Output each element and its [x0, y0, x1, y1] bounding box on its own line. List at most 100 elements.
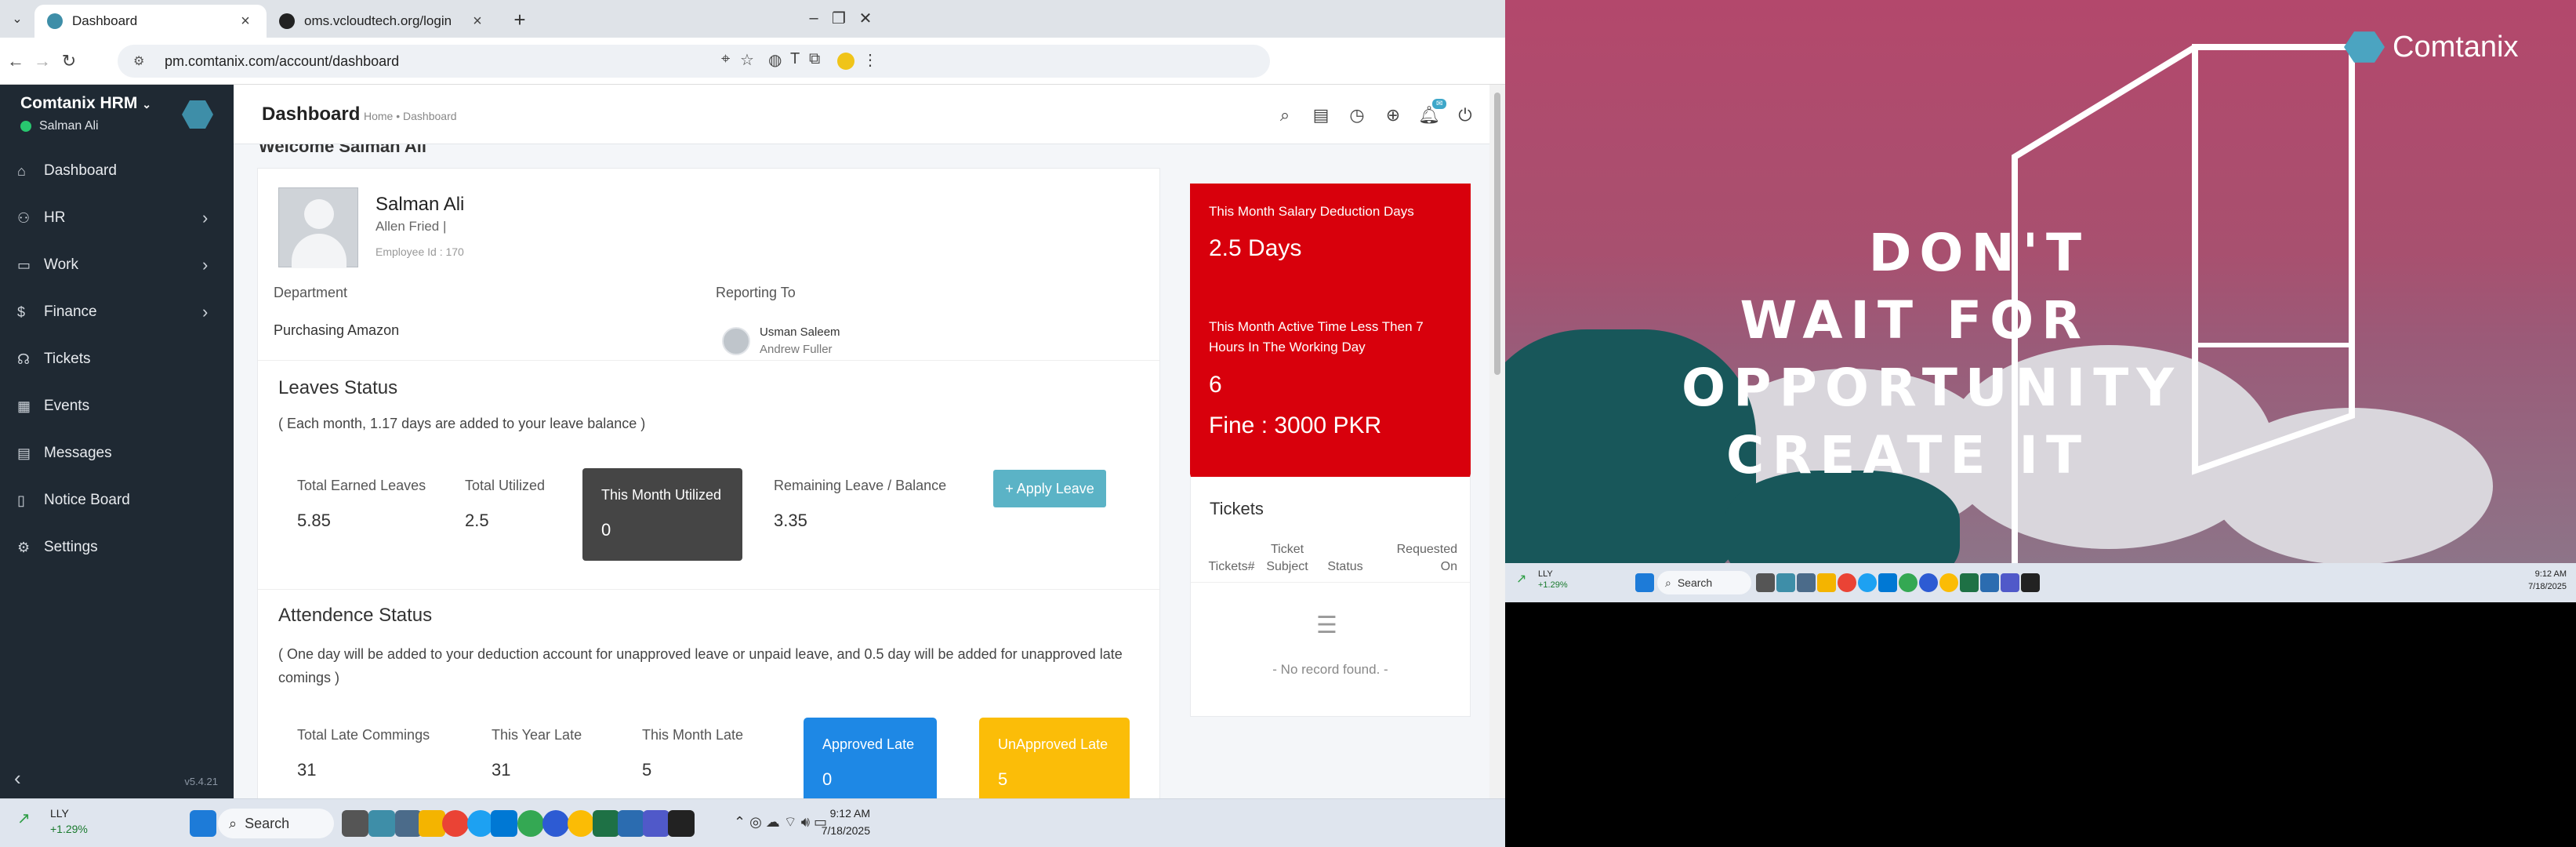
- taskbar: ↗ LLY +1.29% ⌕ Search ⌃ ◎ ☁ ⌔ 🔊︎ ▭ 9:12 A…: [0, 798, 1505, 847]
- browser-menu-icon[interactable]: ⋮: [862, 50, 878, 70]
- location-icon[interactable]: ⌖: [721, 50, 730, 68]
- zoom-icon[interactable]: [1919, 573, 1938, 592]
- taskbar-secondary: ↗ LLY +1.29% ⌕ Search 9:12 AM 7/18/2025: [1505, 563, 2576, 602]
- back-button[interactable]: ←: [3, 49, 28, 74]
- profile-avatar[interactable]: [837, 53, 854, 70]
- taskbar-search[interactable]: ⌕ Search: [218, 809, 334, 838]
- current-user: Salman Ali: [20, 119, 99, 133]
- manager-avatar: [722, 327, 750, 355]
- sidebar-item-finance[interactable]: $ Finance ›: [0, 289, 234, 336]
- app-logo-icon: [182, 100, 213, 129]
- explorer-icon[interactable]: [342, 810, 368, 837]
- remaining-leave-value: 3.35: [774, 511, 807, 530]
- url-bar[interactable]: ⚙ pm.comtanix.com/account/dashboard: [118, 45, 1270, 78]
- sidebar-item-messages[interactable]: ▤ Messages: [0, 430, 234, 477]
- page-scrollbar[interactable]: [1489, 85, 1505, 798]
- app-icon[interactable]: [368, 810, 395, 837]
- clock-date[interactable]: 7/18/2025: [815, 824, 870, 837]
- sidebar-item-hr[interactable]: ⚇ HR ›: [0, 194, 234, 242]
- list-icon: ☰: [1316, 613, 1337, 638]
- new-tab-button[interactable]: +: [508, 8, 532, 31]
- scrollbar-thumb[interactable]: [1494, 93, 1500, 375]
- sidebar-item-events[interactable]: ▦ Events: [0, 383, 234, 430]
- reader-icon[interactable]: T: [790, 50, 800, 68]
- edge-icon[interactable]: [1858, 573, 1877, 592]
- search-icon: ⌕: [1665, 576, 1671, 589]
- close-tab-icon[interactable]: ×: [469, 13, 486, 31]
- bookmark-star-icon[interactable]: ☆: [740, 50, 754, 70]
- reload-button[interactable]: ↻: [56, 49, 82, 74]
- clock-date[interactable]: 7/18/2025: [2509, 582, 2567, 591]
- app-icon-2[interactable]: [618, 810, 644, 837]
- close-tab-icon[interactable]: ×: [237, 13, 254, 31]
- chrome-icon[interactable]: [1838, 573, 1856, 592]
- zoom-icon[interactable]: [542, 810, 569, 837]
- chrome-profile-icon[interactable]: [517, 810, 544, 837]
- browser-tab-dashboard[interactable]: Dashboard ×: [34, 5, 267, 38]
- terminal-icon[interactable]: [2021, 573, 2040, 592]
- calculator-icon[interactable]: [395, 810, 422, 837]
- app-header: Dashboard Home • Dashboard ⌕ ▤ ◷ ⊕ 🔔︎ ✉ …: [234, 85, 1489, 144]
- taskbar-search[interactable]: ⌕ Search: [1657, 571, 1751, 594]
- edge-icon[interactable]: [467, 810, 494, 837]
- breadcrumb[interactable]: Home • Dashboard: [364, 110, 457, 122]
- clock-time[interactable]: 9:12 AM: [2509, 569, 2567, 579]
- folder-icon[interactable]: [1817, 573, 1836, 592]
- add-icon[interactable]: ⊕: [1381, 104, 1405, 127]
- chrome-icon[interactable]: [442, 810, 469, 837]
- department-label: Department: [274, 285, 348, 300]
- extension-icon[interactable]: ◍: [768, 50, 782, 70]
- brand-name[interactable]: Comtanix HRM ⌄: [20, 94, 151, 113]
- outlook-icon[interactable]: [1878, 573, 1897, 592]
- excel-icon[interactable]: [593, 810, 619, 837]
- tab-search-button[interactable]: ⌄: [6, 8, 28, 30]
- chrome-profile-icon[interactable]: [1899, 573, 1917, 592]
- teams-icon[interactable]: [643, 810, 669, 837]
- browser-tab-bar: ⌄ Dashboard × oms.vcloudtech.org/login ×…: [0, 0, 1505, 38]
- sidebar-item-work[interactable]: ▭ Work ›: [0, 242, 234, 289]
- chrome-icon-2[interactable]: [1939, 573, 1958, 592]
- site-info-icon[interactable]: ⚙: [133, 53, 154, 69]
- chevron-right-icon: ›: [202, 208, 209, 227]
- manager-name[interactable]: Usman Saleem: [760, 325, 840, 339]
- sidebar-item-dashboard[interactable]: ⌂ Dashboard: [0, 147, 234, 194]
- teams-icon[interactable]: [2001, 573, 2019, 592]
- apply-leave-button[interactable]: + Apply Leave: [993, 470, 1106, 507]
- sidebar-item-label: Notice Board: [44, 492, 130, 508]
- active-time-value: 6: [1209, 372, 1222, 398]
- power-icon[interactable]: ⏻: [1453, 104, 1477, 127]
- tab-title: oms.vcloudtech.org/login: [304, 13, 452, 28]
- clock-icon[interactable]: ◷: [1345, 104, 1369, 127]
- unapproved-late-box: UnApproved Late 5: [979, 718, 1130, 798]
- sidebar-item-notice-board[interactable]: ▯ Notice Board: [0, 477, 234, 524]
- forward-button[interactable]: →: [30, 49, 55, 74]
- app-icon-2[interactable]: [1980, 573, 1999, 592]
- quote-line: WAIT FOR: [1740, 290, 2089, 351]
- extensions-puzzle-icon[interactable]: ⧉: [809, 50, 820, 68]
- chrome-icon-2[interactable]: [568, 810, 594, 837]
- sidebar-item-settings[interactable]: ⚙ Settings: [0, 524, 234, 571]
- chevron-down-icon[interactable]: ⌄: [142, 98, 151, 111]
- folder-icon[interactable]: [419, 810, 445, 837]
- month-late-label: This Month Late: [642, 727, 744, 743]
- outlook-icon[interactable]: [491, 810, 517, 837]
- divider: [258, 360, 1159, 361]
- sidebar-item-tickets[interactable]: ☊ Tickets: [0, 336, 234, 383]
- terminal-icon[interactable]: [668, 810, 695, 837]
- explorer-icon[interactable]: [1756, 573, 1775, 592]
- search-icon[interactable]: ⌕: [1273, 104, 1297, 127]
- excel-icon[interactable]: [1960, 573, 1979, 592]
- windows-start-icon[interactable]: [190, 810, 216, 837]
- windows-start-icon[interactable]: [1635, 573, 1654, 592]
- tray-icons[interactable]: ⌃ ◎ ☁ ⌔ 🔊︎ ▭: [734, 813, 827, 831]
- stock-widget[interactable]: ↗ LLY +1.29%: [17, 807, 88, 835]
- notes-icon[interactable]: ▤: [1309, 104, 1333, 127]
- close-window-button[interactable]: ✕: [848, 5, 883, 31]
- collapse-sidebar-icon[interactable]: ‹: [14, 766, 21, 791]
- browser-tab-oms[interactable]: oms.vcloudtech.org/login ×: [267, 5, 499, 38]
- clock-time[interactable]: 9:12 AM: [823, 807, 870, 820]
- briefcase-icon: ▭: [17, 256, 31, 273]
- calculator-icon[interactable]: [1797, 573, 1816, 592]
- app-icon[interactable]: [1776, 573, 1795, 592]
- stock-widget[interactable]: ↗ LLY +1.29%: [1516, 569, 1568, 590]
